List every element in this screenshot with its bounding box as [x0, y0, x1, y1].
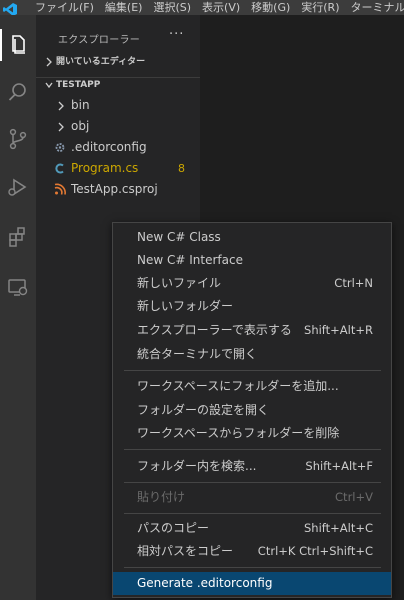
menu-item[interactable]: 編集(E) [105, 0, 143, 15]
menu-bar: ファイル(F) 編集(E) 選択(S) 表示(V) 移動(G) 実行(R) ターミナル [35, 0, 404, 15]
menu-item-shortcut: Ctrl+K Ctrl+Shift+C [257, 544, 373, 558]
menu-item-new-csharp-class[interactable]: New C# Class [113, 226, 391, 249]
menu-item-find-in-folder[interactable]: フォルダー内を検索... Shift+Alt+F [113, 455, 391, 478]
tree-item-label: TestApp.csproj [71, 182, 158, 196]
vscode-logo-icon[interactable] [3, 1, 17, 15]
menu-item-label: フォルダー内を検索... [137, 459, 257, 473]
tree-item-label: Program.cs [71, 161, 139, 175]
tree-item-label: bin [71, 98, 90, 112]
menu-item-reveal-in-explorer[interactable]: エクスプローラーで表示する Shift+Alt+R [113, 319, 391, 342]
project-section[interactable]: TESTAPP [36, 75, 200, 95]
menu-item-label: 新しいフォルダー [137, 299, 234, 313]
activity-bar [0, 15, 36, 600]
menu-item-shortcut: Ctrl+V [335, 490, 373, 504]
menu-item-label: New C# Interface [137, 253, 243, 267]
menu-item-open-folder-settings[interactable]: フォルダーの設定を開く [113, 399, 391, 422]
menu-item-copy-path[interactable]: パスのコピー Shift+Alt+C [113, 517, 391, 540]
open-editors-section[interactable]: 開いているエディター [36, 52, 200, 72]
tree-item-editorconfig[interactable]: .editorconfig [36, 137, 200, 158]
menu-item[interactable]: ファイル(F) [35, 0, 94, 15]
menu-item-label: フォルダーの設定を開く [137, 403, 270, 417]
menu-item-label: 相対パスをコピー [137, 544, 234, 558]
menu-item-add-folder-to-workspace[interactable]: ワークスペースにフォルダーを追加... [113, 375, 391, 398]
remote-explorer-icon[interactable] [0, 265, 36, 309]
menu-separator [124, 449, 381, 450]
tree-item-obj[interactable]: obj [36, 116, 200, 137]
gear-icon [53, 137, 67, 158]
menu-item[interactable]: 実行(R) [301, 0, 339, 15]
run-debug-icon[interactable] [0, 165, 36, 209]
menu-item[interactable]: 表示(V) [202, 0, 240, 15]
menu-separator [124, 567, 381, 568]
menu-item-shortcut: Shift+Alt+R [304, 323, 373, 337]
search-icon[interactable] [0, 70, 36, 114]
menu-item[interactable]: 選択(S) [153, 0, 191, 15]
source-control-icon[interactable] [0, 117, 36, 161]
menu-item-paste[interactable]: 貼り付け Ctrl+V [113, 486, 391, 509]
menu-item-new-csharp-interface[interactable]: New C# Interface [113, 249, 391, 272]
project-label: TESTAPP [56, 80, 101, 90]
menu-item-label: 貼り付け [137, 490, 186, 504]
tree-item-program-cs[interactable]: Program.cs 8 [36, 158, 200, 179]
problems-count-badge: 8 [178, 162, 185, 175]
menu-item-new-folder[interactable]: 新しいフォルダー [113, 295, 391, 318]
menu-item-open-in-terminal[interactable]: 統合ターミナルで開く [113, 343, 391, 366]
menu-separator [124, 513, 381, 514]
tree-item-csproj[interactable]: TestApp.csproj [36, 179, 200, 200]
menu-item-label: 新しいファイル [137, 276, 222, 290]
menu-item-label: 統合ターミナルで開く [137, 347, 258, 361]
menu-item-label: ワークスペースにフォルダーを追加... [137, 379, 339, 393]
open-editors-label: 開いているエディター [56, 57, 146, 67]
csharp-file-icon [53, 158, 67, 179]
menu-item-label: エクスプローラーで表示する [137, 323, 292, 337]
menu-separator [124, 482, 381, 483]
context-menu: New C# Class New C# Interface 新しいファイル Ct… [112, 222, 392, 598]
files-icon[interactable] [0, 23, 36, 67]
menu-item-shortcut: Ctrl+N [334, 276, 373, 290]
menu-item-new-file[interactable]: 新しいファイル Ctrl+N [113, 272, 391, 295]
more-actions-icon[interactable]: ··· [169, 27, 184, 42]
rss-file-icon [53, 179, 67, 200]
menu-item-generate-editorconfig[interactable]: Generate .editorconfig [113, 572, 391, 595]
tree-item-label: .editorconfig [71, 140, 147, 154]
menu-item-label: パスのコピー [137, 521, 210, 535]
menu-item[interactable]: ターミナル [351, 0, 404, 15]
menu-item-label: Generate .editorconfig [137, 576, 273, 590]
menu-separator [124, 370, 381, 371]
menu-item-shortcut: Shift+Alt+F [305, 459, 373, 473]
menu-item-label: ワークスペースからフォルダーを削除 [137, 426, 340, 440]
tree-item-bin[interactable]: bin [36, 95, 200, 116]
menu-item-shortcut: Shift+Alt+C [303, 521, 373, 535]
menu-item[interactable]: 移動(G) [251, 0, 290, 15]
tree-item-label: obj [71, 119, 90, 133]
menu-item-label: New C# Class [137, 230, 221, 244]
title-bar: ファイル(F) 編集(E) 選択(S) 表示(V) 移動(G) 実行(R) ターミナル [0, 0, 404, 15]
menu-item-copy-relative-path[interactable]: 相対パスをコピー Ctrl+K Ctrl+Shift+C [113, 540, 391, 563]
explorer-title: エクスプローラー [58, 35, 141, 46]
extensions-icon[interactable] [0, 215, 36, 259]
menu-item-remove-folder-from-workspace[interactable]: ワークスペースからフォルダーを削除 [113, 422, 391, 445]
